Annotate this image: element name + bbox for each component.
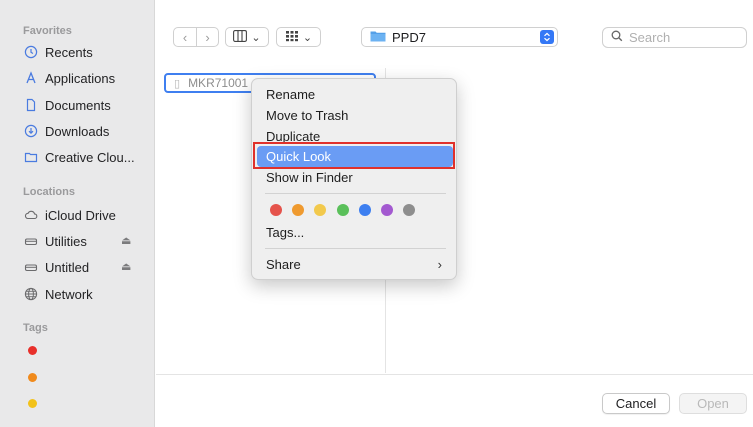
chevron-right-icon: › xyxy=(437,257,442,272)
tag-color-green[interactable] xyxy=(337,204,349,216)
sidebar-item-label: Applications xyxy=(45,70,116,86)
tag-color-orange[interactable] xyxy=(292,204,304,216)
menu-separator xyxy=(265,248,446,249)
tag-color-yellow[interactable] xyxy=(314,204,326,216)
chevron-down-icon: ⌄ xyxy=(302,31,313,44)
sidebar-item-label: Utilities xyxy=(45,233,87,249)
search-field[interactable] xyxy=(602,27,747,48)
file-icon: ▯ xyxy=(174,77,181,90)
document-icon xyxy=(24,98,38,112)
sidebar-item-label: Downloads xyxy=(45,123,110,139)
tag-color-red[interactable] xyxy=(270,204,282,216)
search-icon xyxy=(611,30,623,45)
footer-divider xyxy=(156,374,753,375)
sidebar-item-creative-cloud[interactable]: Creative Clou... xyxy=(24,147,135,167)
file-name: MKR71001 xyxy=(188,76,249,90)
grid-icon xyxy=(285,30,299,45)
open-button[interactable]: Open xyxy=(679,393,747,414)
chevron-down-icon: ⌄ xyxy=(251,31,261,44)
sidebar-item-label: Untitled xyxy=(45,259,90,275)
group-view-button[interactable]: ⌄ xyxy=(276,27,321,47)
drive-icon xyxy=(24,260,38,274)
cloud-icon xyxy=(24,208,38,222)
menu-item-move-to-trash[interactable]: Move to Trash xyxy=(257,105,453,126)
menu-item-rename[interactable]: Rename xyxy=(257,84,453,105)
sidebar-item-label: Recents xyxy=(45,44,93,60)
applications-icon xyxy=(24,71,38,85)
sidebar-item-untitled[interactable]: Untitled xyxy=(24,257,89,277)
columns-icon xyxy=(233,29,248,45)
download-icon xyxy=(24,124,38,138)
back-button[interactable]: ‹ xyxy=(174,28,196,46)
sidebar: Favorites Recents Applications Documents… xyxy=(0,0,155,427)
tag-color-purple[interactable] xyxy=(381,204,393,216)
menu-item-quick-look[interactable]: Quick Look xyxy=(257,146,453,167)
globe-icon xyxy=(24,287,38,301)
cancel-button[interactable]: Cancel xyxy=(602,393,670,414)
menu-item-duplicate[interactable]: Duplicate xyxy=(257,126,453,147)
drive-icon xyxy=(24,234,38,248)
tags-header: Tags xyxy=(23,322,48,334)
favorites-header: Favorites xyxy=(23,25,72,37)
sidebar-item-documents[interactable]: Documents xyxy=(24,95,111,115)
location-popup[interactable]: PPD7 xyxy=(361,27,558,47)
back-forward-group: ‹ › xyxy=(173,27,219,47)
sidebar-item-utilities[interactable]: Utilities xyxy=(24,231,87,251)
menu-item-label: Share xyxy=(266,257,301,272)
folder-icon xyxy=(370,30,386,45)
sidebar-item-downloads[interactable]: Downloads xyxy=(24,121,109,141)
tag-orange-dot[interactable] xyxy=(28,373,37,382)
sidebar-item-recents[interactable]: Recents xyxy=(24,42,93,62)
sidebar-item-network[interactable]: Network xyxy=(24,284,93,304)
sidebar-item-icloud-drive[interactable]: iCloud Drive xyxy=(24,205,116,225)
eject-icon[interactable]: ⏏ xyxy=(121,257,131,277)
tag-color-blue[interactable] xyxy=(359,204,371,216)
search-input[interactable] xyxy=(629,30,739,45)
menu-item-show-in-finder[interactable]: Show in Finder xyxy=(257,167,453,188)
popup-stepper-icon xyxy=(540,30,554,44)
folder-icon xyxy=(24,150,38,164)
location-label: PPD7 xyxy=(392,29,426,45)
tag-red-dot[interactable] xyxy=(28,346,37,355)
column-view-button[interactable]: ⌄ xyxy=(225,27,269,47)
sidebar-item-label: Creative Clou... xyxy=(45,149,135,165)
tag-color-gray[interactable] xyxy=(403,204,415,216)
sidebar-item-applications[interactable]: Applications xyxy=(24,68,115,88)
sidebar-item-label: Network xyxy=(45,286,93,302)
locations-header: Locations xyxy=(23,186,75,198)
menu-separator xyxy=(265,193,446,194)
context-menu: Rename Move to Trash Duplicate Quick Loo… xyxy=(251,78,457,280)
tag-yellow-dot[interactable] xyxy=(28,399,37,408)
forward-button[interactable]: › xyxy=(195,28,218,46)
eject-icon[interactable]: ⏏ xyxy=(121,231,131,251)
menu-item-tags[interactable]: Tags... xyxy=(257,222,453,243)
sidebar-item-label: iCloud Drive xyxy=(45,207,116,223)
clock-icon xyxy=(24,45,38,59)
sidebar-item-label: Documents xyxy=(45,97,111,113)
menu-item-share[interactable]: Share › xyxy=(257,254,453,275)
